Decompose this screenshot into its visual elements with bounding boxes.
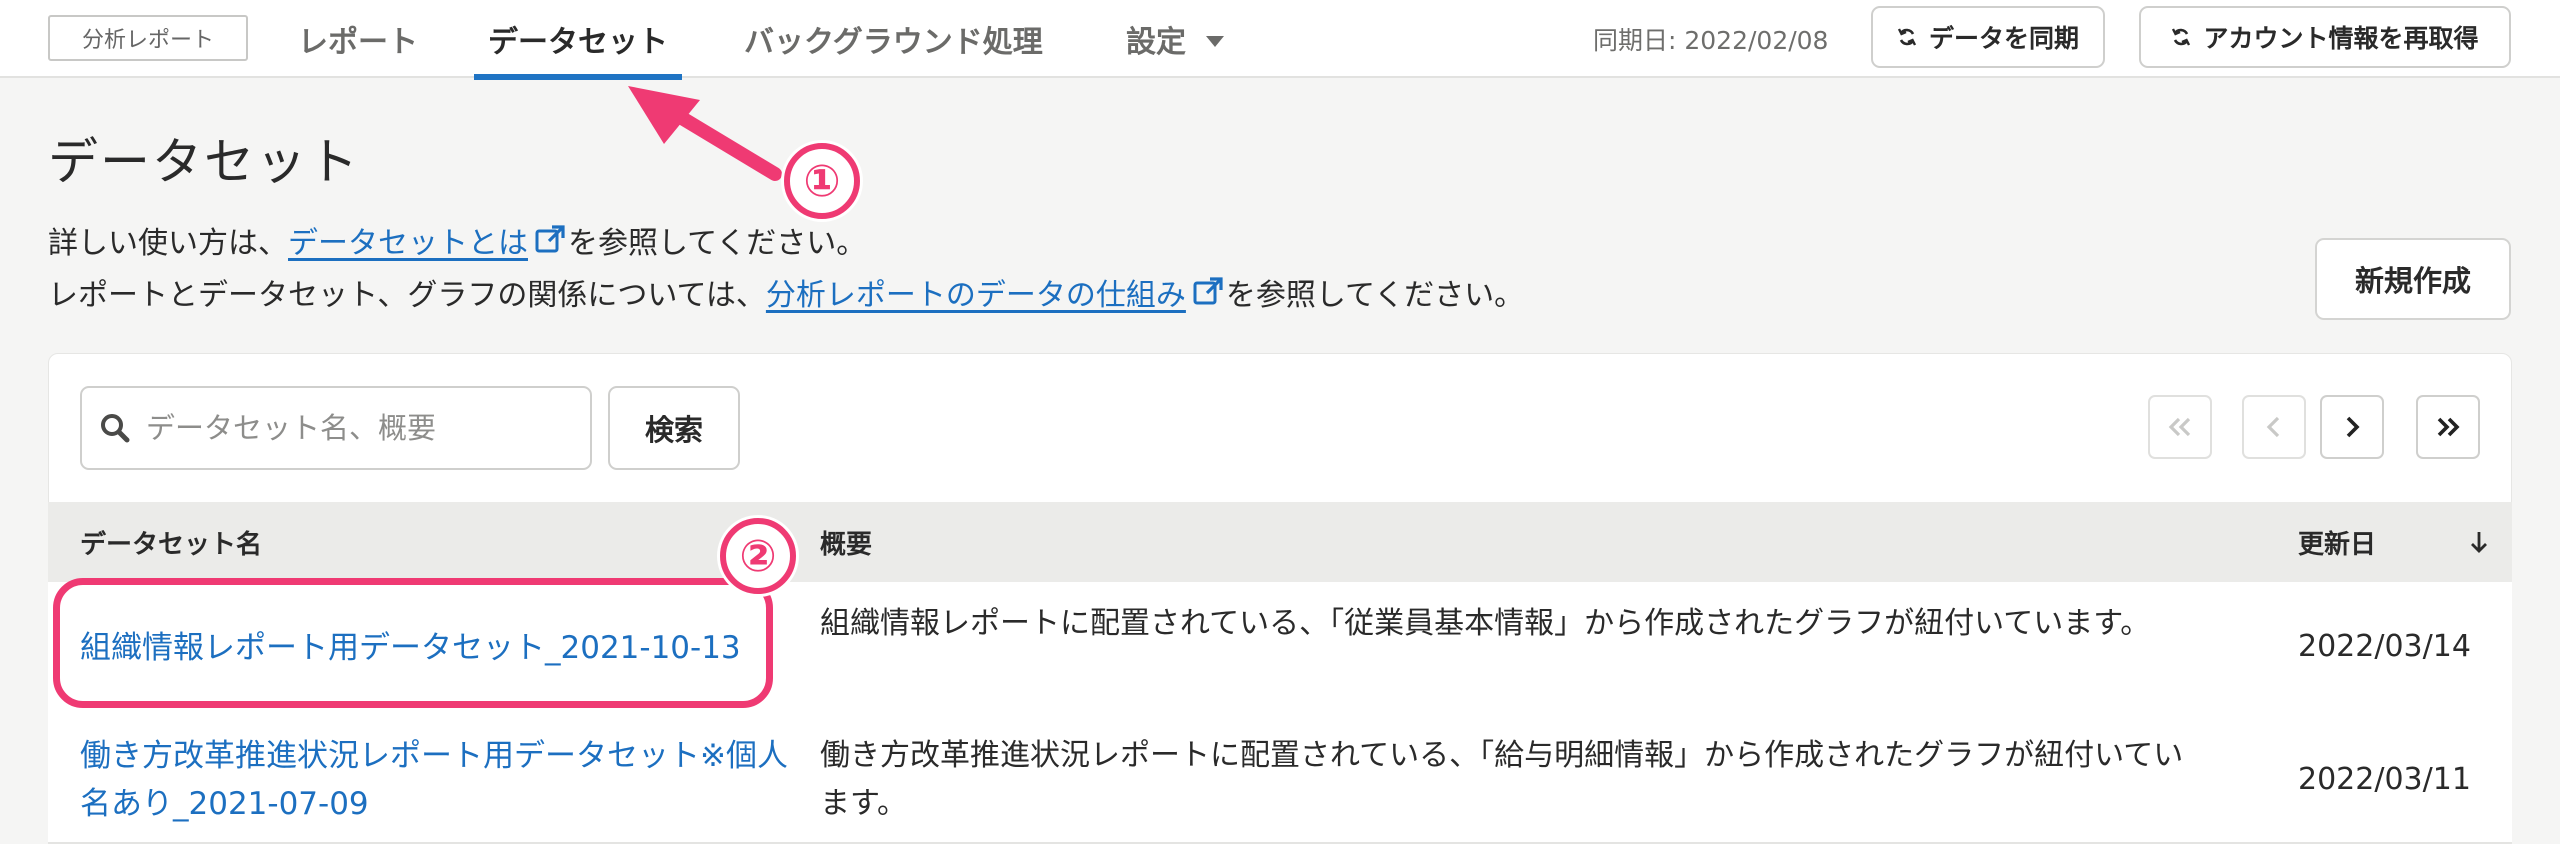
description-text: を参照してください。 <box>1225 278 1525 313</box>
next-page-button[interactable] <box>2320 395 2384 459</box>
external-link-icon[interactable] <box>534 224 566 256</box>
sort-descending-icon <box>2471 532 2487 553</box>
dataset-summary: 働き方改革推進状況レポートに配置されている、「給与明細情報」から作成されたグラフ… <box>820 738 2184 821</box>
prev-page-button[interactable] <box>2242 395 2306 459</box>
dataset-name-link[interactable]: 働き方改革推進状況レポート用データセット※個人名あり_2021-07-09 <box>80 732 800 828</box>
external-link-icon[interactable] <box>1192 276 1224 308</box>
top-navigation: 分析レポート レポート データセット バックグラウンド処理 設定 同期日: 20… <box>0 0 2560 80</box>
tab-reports[interactable]: レポート <box>298 0 418 78</box>
chevron-right-icon <box>2346 416 2360 438</box>
callout-arrow-icon <box>628 86 782 181</box>
tab-settings-label: 設定 <box>1126 25 1186 60</box>
refetch-account-label: アカウント情報を再取得 <box>2203 24 2479 53</box>
search-button[interactable]: 検索 <box>608 386 740 470</box>
refresh-icon <box>2172 28 2191 46</box>
step-badge-1: ① <box>784 143 860 219</box>
tab-datasets[interactable]: データセット <box>474 0 682 80</box>
description-text: を参照してください。 <box>568 226 867 261</box>
description-line-2: レポートとデータセット、グラフの関係については、 分析レポートのデータの仕組み … <box>48 270 1524 314</box>
dataset-updated-date: 2022/03/14 <box>2298 629 2471 664</box>
chevron-down-icon <box>1206 35 1224 47</box>
page-title: データセット <box>48 133 360 191</box>
refresh-icon <box>1897 28 1917 46</box>
description-text: レポートとデータセット、グラフの関係については、 <box>48 278 766 313</box>
column-header-summary[interactable]: 概要 <box>820 502 872 582</box>
column-header-updated[interactable]: 更新日 <box>2298 502 2376 582</box>
first-page-button[interactable] <box>2148 395 2212 459</box>
dataset-help-link[interactable]: データセットとは <box>288 218 528 262</box>
dataset-updated-date: 2022/03/11 <box>2298 762 2471 797</box>
double-chevron-left-icon <box>2168 417 2191 437</box>
tab-settings[interactable]: 設定 <box>1126 0 1224 78</box>
highlight-outline <box>53 578 773 708</box>
search-box[interactable] <box>80 386 592 470</box>
search-icon <box>101 414 130 443</box>
app-brand[interactable]: 分析レポート <box>48 15 248 61</box>
data-structure-help-link[interactable]: 分析レポートのデータの仕組み <box>766 270 1186 314</box>
sort-button[interactable] <box>2470 502 2488 582</box>
table-row: 働き方改革推進状況レポート用データセット※個人名あり_2021-07-09 働き… <box>48 712 2512 844</box>
search-input[interactable] <box>146 411 566 445</box>
sync-data-label: データを同期 <box>1928 24 2079 53</box>
table-header <box>48 502 2512 582</box>
column-header-name[interactable]: データセット名 <box>80 502 262 582</box>
last-page-button[interactable] <box>2416 395 2480 459</box>
chevron-left-icon <box>2266 416 2280 438</box>
description-line-1: 詳しい使い方は、 データセットとは を参照してください。 <box>48 218 866 262</box>
create-new-button[interactable]: 新規作成 <box>2315 238 2511 320</box>
column-header-updated-label: 更新日 <box>2298 529 2377 560</box>
description-text: 詳しい使い方は、 <box>48 226 288 261</box>
sync-date: 同期日: 2022/02/08 <box>1593 26 1829 55</box>
sync-data-button[interactable]: データを同期 <box>1871 6 2105 68</box>
double-chevron-right-icon <box>2437 417 2460 437</box>
step-badge-2: ② <box>720 518 796 594</box>
tab-background-jobs[interactable]: バックグラウンド処理 <box>744 0 1043 78</box>
refetch-account-button[interactable]: アカウント情報を再取得 <box>2139 6 2511 68</box>
dataset-summary: 組織情報レポートに配置されている、「従業員基本情報」から作成されたグラフが紐付い… <box>820 606 2151 641</box>
